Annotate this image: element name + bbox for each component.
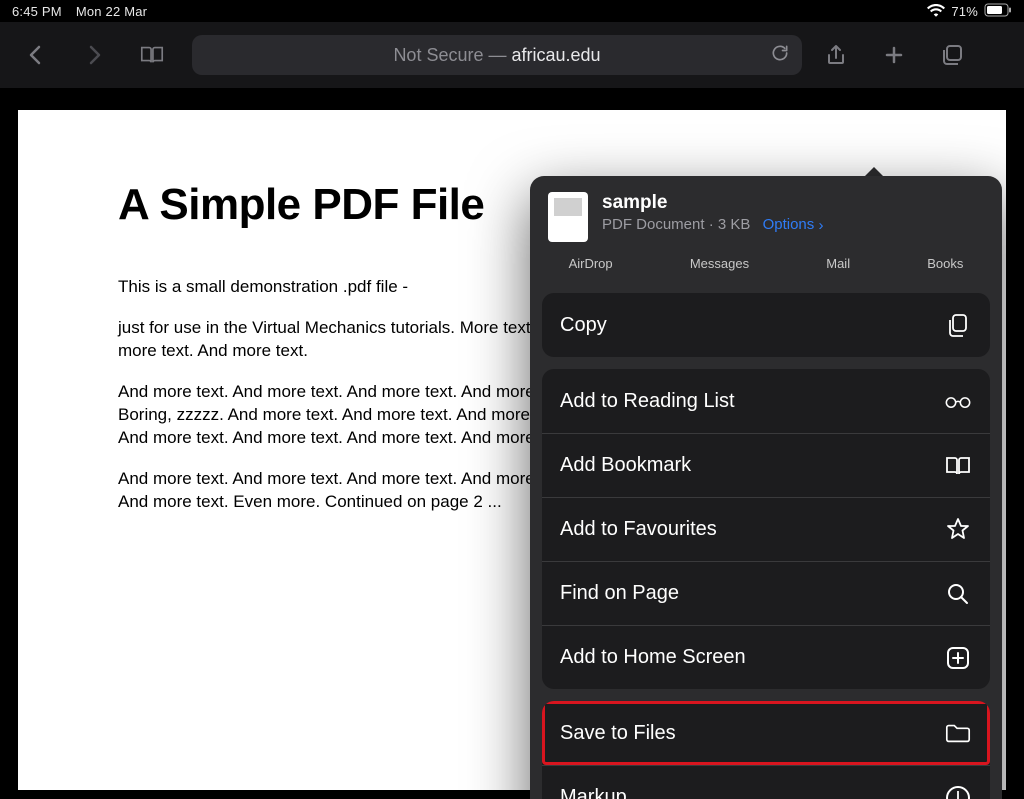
action-label: Add to Home Screen	[560, 646, 746, 669]
share-sheet: sample PDF Document · 3 KB Options › Air…	[530, 176, 1002, 799]
share-app-airdrop[interactable]: AirDrop	[569, 256, 613, 271]
tabs-button[interactable]	[928, 33, 976, 77]
star-icon	[944, 516, 972, 544]
plus-square-icon	[944, 644, 972, 672]
share-options-button[interactable]: Options ›	[763, 216, 824, 233]
share-app-messages[interactable]: Messages	[690, 256, 749, 271]
action-label: Markup	[560, 786, 627, 799]
action-label: Copy	[560, 314, 607, 337]
address-bar[interactable]: Not Secure — africau.edu	[192, 35, 802, 75]
document-title: sample	[602, 192, 823, 214]
action-find[interactable]: Find on Page	[542, 561, 990, 625]
document-meta: PDF Document · 3 KB	[602, 216, 750, 233]
action-favourites[interactable]: Add to Favourites	[542, 497, 990, 561]
document-thumbnail	[548, 192, 588, 242]
share-header: sample PDF Document · 3 KB Options ›	[530, 176, 1002, 252]
status-date: Mon 22 Mar	[76, 4, 147, 19]
new-tab-button[interactable]	[870, 33, 918, 77]
share-app-row: AirDrop Messages Mail Books	[530, 252, 1002, 281]
bookmarks-button[interactable]	[128, 33, 176, 77]
action-copy[interactable]: Copy	[542, 293, 990, 357]
share-app-mail[interactable]: Mail	[826, 256, 850, 271]
action-label: Add Bookmark	[560, 454, 691, 477]
action-markup[interactable]: Markup	[542, 765, 990, 799]
action-home-screen[interactable]: Add to Home Screen	[542, 625, 990, 689]
markup-icon	[944, 784, 972, 799]
status-bar: 6:45 PM Mon 22 Mar 71%	[0, 0, 1024, 22]
glasses-icon	[944, 387, 972, 415]
action-label: Add to Favourites	[560, 518, 717, 541]
folder-icon	[944, 719, 972, 747]
address-security: Not Secure —	[393, 45, 511, 65]
browser-toolbar: Not Secure — africau.edu	[0, 22, 1024, 88]
status-time: 6:45 PM	[12, 4, 62, 19]
status-battery-pct: 71%	[951, 4, 978, 19]
book-icon	[944, 452, 972, 480]
search-icon	[944, 580, 972, 608]
reload-button[interactable]	[770, 43, 790, 68]
back-button[interactable]	[12, 33, 60, 77]
action-label: Save to Files	[560, 722, 676, 745]
address-host: africau.edu	[511, 45, 600, 65]
wifi-icon	[927, 3, 945, 20]
action-bookmark[interactable]: Add Bookmark	[542, 433, 990, 497]
battery-icon	[984, 3, 1012, 20]
chevron-right-icon: ›	[818, 217, 823, 234]
copy-icon	[944, 311, 972, 339]
forward-button[interactable]	[70, 33, 118, 77]
share-button[interactable]	[812, 33, 860, 77]
action-label: Find on Page	[560, 582, 679, 605]
action-save-to-files[interactable]: Save to Files	[542, 701, 990, 765]
share-app-books[interactable]: Books	[927, 256, 963, 271]
action-reading-list[interactable]: Add to Reading List	[542, 369, 990, 433]
action-label: Add to Reading List	[560, 390, 735, 413]
